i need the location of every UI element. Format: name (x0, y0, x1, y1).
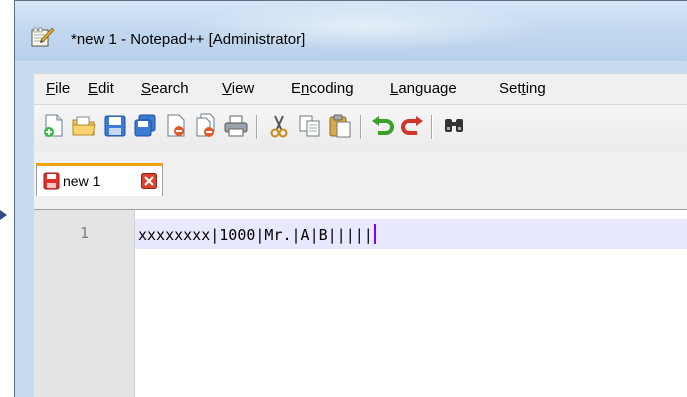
menu-file[interactable]: File (46, 80, 70, 97)
tab-label: new 1 (63, 173, 101, 189)
print-icon[interactable] (223, 113, 249, 139)
menu-language-rest: anguage (398, 80, 457, 97)
menu-search[interactable]: Search (141, 80, 189, 97)
title-bar[interactable]: *new 1 - Notepad++ [Administrator] (15, 1, 687, 61)
menu-settings-pre: Set (499, 80, 522, 97)
toolbar-separator (431, 115, 432, 139)
editor-area[interactable]: 1 xxxxxxxx|1000|Mr.|A|B||||| (34, 209, 687, 397)
menu-file-rest: ile (55, 80, 71, 97)
line-number: 1 (80, 224, 90, 242)
menu-edit-rest: dit (98, 80, 114, 97)
toolbar (34, 104, 687, 151)
desktop-edge (0, 0, 14, 397)
cut-icon[interactable] (266, 113, 292, 139)
menu-settings[interactable]: Setting (499, 80, 546, 97)
close-tab-icon[interactable] (141, 173, 157, 189)
menu-search-rest: earch (151, 80, 189, 97)
menu-encoding[interactable]: Encoding (291, 80, 354, 97)
menu-file-mnemonic: F (46, 80, 56, 97)
menu-encoding-pre: E (291, 80, 302, 97)
menu-search-mnemonic: S (141, 80, 152, 97)
menu-edit-mnemonic: E (88, 80, 99, 97)
save-icon[interactable] (102, 113, 128, 139)
find-icon[interactable] (441, 113, 467, 139)
toolbar-separator (360, 115, 361, 139)
text-caret (373, 224, 376, 244)
notepad-icon (31, 27, 55, 47)
menu-view-rest: iew (231, 80, 255, 97)
paste-icon[interactable] (327, 113, 353, 139)
tab-strip: new 1 (34, 151, 687, 209)
tab-new-1[interactable]: new 1 (36, 163, 163, 196)
menu-encoding-rest: coding (309, 80, 354, 97)
redo-icon[interactable] (399, 113, 425, 139)
toolbar-separator (256, 115, 257, 139)
unsaved-file-icon (43, 172, 60, 190)
undo-icon[interactable] (370, 113, 396, 139)
menu-view-mnemonic: V (222, 80, 232, 97)
copy-icon[interactable] (297, 113, 323, 139)
code-line[interactable]: xxxxxxxx|1000|Mr.|A|B||||| (138, 224, 376, 244)
window-title: *new 1 - Notepad++ [Administrator] (71, 31, 306, 48)
menu-view[interactable]: View (222, 80, 254, 97)
open-file-icon[interactable] (71, 113, 97, 139)
close-all-icon[interactable] (193, 113, 219, 139)
notepadpp-window: *new 1 - Notepad++ [Administrator] File … (14, 0, 687, 397)
new-file-icon[interactable] (41, 113, 67, 139)
menu-language[interactable]: Language (390, 80, 457, 97)
close-icon[interactable] (163, 113, 189, 139)
line-number-gutter: 1 (34, 210, 135, 397)
menu-bar: File Edit Search View Encoding Language … (34, 73, 687, 104)
menu-settings-rest: ing (525, 80, 546, 97)
save-all-icon[interactable] (132, 113, 158, 139)
menu-edit[interactable]: Edit (88, 80, 114, 97)
code-line-text: xxxxxxxx|1000|Mr.|A|B||||| (138, 226, 373, 244)
pointer-arrow-icon (0, 210, 7, 220)
